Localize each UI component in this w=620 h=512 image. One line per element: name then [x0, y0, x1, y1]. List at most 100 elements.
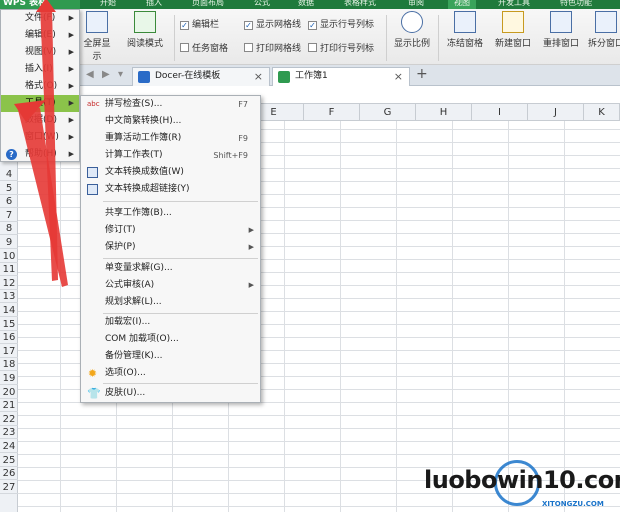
menu-item-window[interactable]: 窗口(W) ▶	[1, 129, 79, 146]
row-header[interactable]: 12	[0, 277, 18, 290]
menu-item-help[interactable]: ? 帮助(H) ▶	[1, 146, 79, 163]
menu-item-edit[interactable]: 编辑(E) ▶	[1, 27, 79, 44]
zoom-button[interactable]: 显示比例	[390, 11, 434, 49]
menu-item-insert[interactable]: 插入(I) ▶	[1, 61, 79, 78]
menu-separator	[103, 383, 258, 384]
text-to-hyperlink-icon	[87, 184, 98, 195]
menu-chinese-conversion[interactable]: 中文简繁转换(H)...	[81, 113, 260, 130]
row-header[interactable]: 25	[0, 454, 18, 467]
menu-skin[interactable]: 👕 皮肤(U)...	[81, 385, 260, 402]
tab-table-style[interactable]: 表格样式	[344, 0, 376, 9]
fullscreen-button[interactable]: 全屏显示	[80, 11, 114, 62]
menu-item-data[interactable]: 数据(D) ▶	[1, 112, 79, 129]
print-gridlines-checkbox[interactable]: 打印网格线	[244, 41, 301, 54]
row-header[interactable]: 5	[0, 182, 18, 195]
shirt-icon: 👕	[87, 387, 101, 400]
row-header[interactable]: 21	[0, 399, 18, 413]
tab-workbook1[interactable]: 工作簿1 ×	[272, 67, 410, 86]
row-header[interactable]: 19	[0, 372, 18, 385]
chevron-right-icon: ▶	[68, 82, 74, 90]
row-header[interactable]: 22	[0, 413, 18, 426]
tab-formula[interactable]: 公式	[254, 0, 270, 9]
split-window-button[interactable]: 拆分窗口	[586, 11, 620, 49]
tab-review[interactable]: 审阅	[408, 0, 424, 9]
new-tab-button[interactable]: +	[416, 66, 428, 82]
row-header[interactable]: 8	[0, 222, 18, 236]
tab-home[interactable]: 开始	[100, 0, 116, 9]
tab-features[interactable]: 特色功能	[560, 0, 592, 9]
chevron-right-icon: ▶	[248, 243, 254, 251]
row-header[interactable]: 6	[0, 195, 18, 209]
row-header[interactable]: 9	[0, 236, 18, 249]
menu-revisions[interactable]: 修订(T) ▶	[81, 222, 260, 239]
row-header[interactable]: 15	[0, 318, 18, 331]
show-row-col-headers-checkbox[interactable]: ✓ 显示行号列标	[308, 17, 374, 30]
row-header[interactable]: 18	[0, 358, 18, 372]
row-header[interactable]: 23	[0, 426, 18, 440]
checkmark-icon: ✓	[180, 21, 189, 30]
nav-forward-icon[interactable]: ▶	[102, 69, 110, 80]
menu-spell-check[interactable]: abc 拼写检查(S)... F7	[81, 96, 260, 113]
menu-options[interactable]: ✹ 选项(O)...	[81, 365, 260, 382]
tab-insert[interactable]: 插入	[146, 0, 162, 9]
row-header[interactable]: 20	[0, 386, 18, 399]
close-tab-icon[interactable]: ×	[394, 68, 403, 85]
menu-protect[interactable]: 保护(P) ▶	[81, 239, 260, 256]
row-header[interactable]: 27	[0, 481, 18, 494]
new-window-button[interactable]: 新建窗口	[490, 11, 536, 49]
tab-page-layout[interactable]: 页面布局	[192, 0, 224, 9]
chevron-right-icon: ▶	[68, 116, 74, 124]
menu-backup-management[interactable]: 备份管理(K)...	[81, 348, 260, 365]
menu-text-to-hyperlink[interactable]: 文本转换成超链接(Y)	[81, 181, 260, 198]
spreadsheet-icon	[278, 71, 290, 83]
menu-formula-auditing[interactable]: 公式审核(A) ▶	[81, 277, 260, 294]
help-icon: ?	[6, 149, 17, 160]
arrange-windows-button[interactable]: 重排窗口	[538, 11, 584, 49]
menu-item-view[interactable]: 视图(V) ▶	[1, 44, 79, 61]
row-header[interactable]: 17	[0, 345, 18, 358]
menu-item-tools[interactable]: 工具(T) ▶	[1, 95, 79, 112]
column-header[interactable]: I	[472, 104, 528, 121]
column-header[interactable]: G	[360, 104, 416, 121]
fullscreen-icon	[86, 11, 108, 33]
menu-solver[interactable]: 规划求解(L)...	[81, 294, 260, 311]
edit-bar-checkbox[interactable]: ✓ 编辑栏	[180, 17, 219, 30]
tab-data[interactable]: 数据	[298, 0, 314, 9]
show-gridlines-checkbox[interactable]: ✓ 显示网格线	[244, 17, 301, 30]
freeze-panes-button[interactable]: 冻结窗格	[442, 11, 488, 49]
close-tab-icon[interactable]: ×	[254, 68, 263, 85]
menu-share-workbook[interactable]: 共享工作簿(B)...	[81, 205, 260, 222]
column-header[interactable]: F	[304, 104, 360, 121]
menu-goal-seek[interactable]: 单变量求解(G)...	[81, 260, 260, 277]
menu-calculate-sheet[interactable]: 计算工作表(T) Shift+F9	[81, 147, 260, 164]
tab-list-icon[interactable]: ▾	[118, 69, 123, 80]
row-header[interactable]: 26	[0, 467, 18, 481]
menu-recalculate-workbook[interactable]: 重算活动工作簿(R) F9	[81, 130, 260, 147]
column-header[interactable]: K	[584, 104, 620, 121]
reading-mode-button[interactable]: 阅读模式	[120, 11, 170, 49]
menu-com-add-ins[interactable]: COM 加载项(O)...	[81, 331, 260, 348]
tab-developer[interactable]: 开发工具	[498, 0, 530, 9]
column-header[interactable]: J	[528, 104, 584, 121]
task-pane-checkbox[interactable]: 任务窗格	[180, 41, 228, 54]
menu-item-format[interactable]: 格式(O) ▶	[1, 78, 79, 95]
menu-add-ins[interactable]: 加载宏(I)...	[81, 314, 260, 331]
row-header[interactable]: 4	[0, 168, 18, 181]
split-window-icon	[595, 11, 617, 33]
tab-docer-template[interactable]: Docer-在线模板 ×	[132, 67, 270, 86]
print-row-col-headers-checkbox[interactable]: 打印行号列标	[308, 41, 374, 54]
row-header[interactable]: 10	[0, 250, 18, 263]
row-header[interactable]: 16	[0, 331, 18, 345]
tab-view[interactable]: 视图	[448, 0, 476, 9]
row-header[interactable]: 7	[0, 209, 18, 222]
menu-text-to-number[interactable]: 文本转换成数值(W)	[81, 164, 260, 181]
app-title[interactable]: WPS 表格	[0, 0, 80, 9]
column-header[interactable]: H	[416, 104, 472, 121]
row-header[interactable]: 24	[0, 440, 18, 453]
nav-back-icon[interactable]: ◀	[86, 69, 94, 80]
row-header[interactable]: 11	[0, 263, 18, 277]
freeze-panes-icon	[454, 11, 476, 33]
menu-item-file[interactable]: 文件(F) ▶	[1, 10, 79, 27]
row-header[interactable]: 13	[0, 290, 18, 304]
row-header[interactable]: 14	[0, 304, 18, 317]
